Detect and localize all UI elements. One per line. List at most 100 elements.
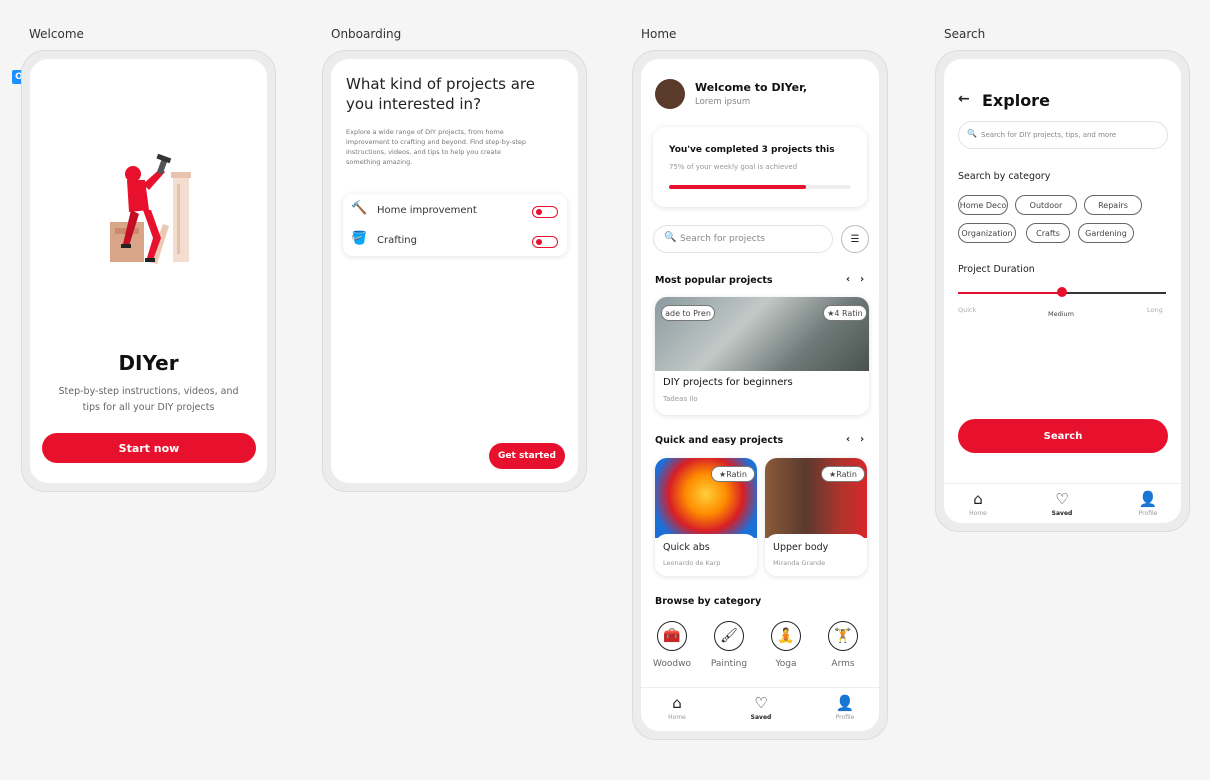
popular-heading: Most popular projects <box>655 275 773 286</box>
app-tagline-line1: Step-by-step instructions, videos, and <box>58 386 239 397</box>
welcome-phone: DIYer Step-by-step instructions, videos,… <box>21 50 276 492</box>
frame-label-onboarding: Onboarding <box>331 27 402 41</box>
onboarding-phone: What kind of projects are you interested… <box>322 50 587 492</box>
description-line: instructions, videos, and tips to help y… <box>346 148 502 156</box>
progress-title: You've completed 3 projects this <box>669 145 835 155</box>
search-phone: ← Explore 🔍 Search for DIY projects, tip… <box>935 50 1190 532</box>
category-label: Woodwo <box>653 659 691 669</box>
option-home-improvement[interactable]: 🔨 Home improvement <box>343 198 567 224</box>
description-line: something amazing. <box>346 158 413 166</box>
description-line: improvement to crafting and beyond. Find… <box>346 138 527 146</box>
nav-profile[interactable]: 👤 Profile <box>1128 490 1168 517</box>
category-chip[interactable]: Organization <box>958 223 1016 243</box>
quick-project-card[interactable]: ★ Ratin Quick abs Leonardo de Karp <box>655 458 757 576</box>
crafting-toggle[interactable] <box>532 236 558 248</box>
chevron-left-icon[interactable]: ‹ <box>846 274 850 285</box>
category-chip[interactable]: Gardening <box>1078 223 1134 243</box>
yoga-icon[interactable]: 🧘 <box>771 621 801 651</box>
chevron-right-icon[interactable]: › <box>860 434 864 445</box>
category-heading: Search by category <box>958 171 1051 182</box>
avatar[interactable] <box>655 79 685 109</box>
nav-saved-label: Saved <box>1051 510 1073 517</box>
nav-home[interactable]: ⌂ Home <box>657 694 697 721</box>
nav-home-label: Home <box>668 714 686 721</box>
chevron-left-icon[interactable]: ‹ <box>846 434 850 445</box>
rating-badge-label: Ratin <box>836 469 857 479</box>
category-chip[interactable]: Repairs <box>1084 195 1142 215</box>
heart-icon: ♡ <box>1055 490 1069 508</box>
start-now-button[interactable]: Start now <box>42 433 256 463</box>
star-icon: ★ <box>719 469 727 479</box>
nav-profile-label: Profile <box>1138 510 1158 517</box>
option-label: Crafting <box>377 235 417 246</box>
progress-sub: 75% of your weekly goal is achieved <box>669 163 798 171</box>
paintbrush-icon[interactable]: 🖌 <box>714 621 744 651</box>
quick-card-title: Quick abs <box>663 542 710 553</box>
frame-label-welcome: Welcome <box>29 27 84 41</box>
back-arrow-icon[interactable]: ← <box>958 91 970 107</box>
home-improvement-toggle[interactable] <box>532 206 558 218</box>
duration-min-label: Quick <box>958 306 977 314</box>
app-tagline-line2: tips for all your DIY projects <box>82 402 215 413</box>
category-label: Painting <box>710 659 748 669</box>
frame-label-search: Search <box>944 27 986 41</box>
onboarding-screen: What kind of projects are you interested… <box>331 59 578 483</box>
progress-card: You've completed 3 projects this 75% of … <box>653 127 867 207</box>
search-placeholder: Search for projects <box>680 234 765 244</box>
home-icon: ⌂ <box>973 490 983 508</box>
rating-badge: ★ 4 Ratin <box>823 305 867 321</box>
duration-heading: Project Duration <box>958 264 1035 275</box>
rating-badge-label: 4 Ratin <box>834 308 863 318</box>
filter-button[interactable]: ☰ <box>841 225 869 253</box>
rating-badge: ★ Ratin <box>711 466 755 482</box>
category-chip[interactable]: Crafts <box>1026 223 1070 243</box>
made-to-print-badge: ade to Pren <box>661 305 715 321</box>
quick-card-caption <box>765 534 867 576</box>
quick-card-title: Upper body <box>773 542 829 553</box>
paint-bucket-icon: 🪣 <box>351 231 368 246</box>
nav-profile[interactable]: 👤 Profile <box>825 694 865 721</box>
onboarding-question-line2: you interested in? <box>346 95 482 113</box>
heart-icon: ♡ <box>754 694 768 712</box>
search-button[interactable]: Search <box>958 419 1168 453</box>
nav-saved[interactable]: ♡ Saved <box>741 694 781 721</box>
category-chip[interactable]: Home Deco <box>958 195 1008 215</box>
duration-slider[interactable] <box>958 283 1166 303</box>
star-icon: ★ <box>829 469 837 479</box>
home-search-input[interactable]: 🔍 Search for projects <box>653 225 833 253</box>
category-label: Yoga <box>775 659 797 669</box>
search-bottom-nav: ⌂ Home ♡ Saved 👤 Profile <box>944 483 1181 523</box>
rating-badge-label: Ratin <box>726 469 747 479</box>
browse-heading: Browse by category <box>655 596 762 607</box>
nav-home-label: Home <box>969 510 987 517</box>
nav-saved[interactable]: ♡ Saved <box>1042 490 1082 517</box>
onboarding-description: Explore a wide range of DIY projects, fr… <box>346 127 568 167</box>
category-label: Arms <box>831 659 855 669</box>
get-started-button[interactable]: Get started <box>489 443 565 469</box>
home-user-sub: Lorem ipsum <box>695 97 751 107</box>
search-screen: ← Explore 🔍 Search for DIY projects, tip… <box>944 59 1181 523</box>
explore-search-placeholder: Search for DIY projects, tips, and more <box>981 131 1117 139</box>
chevron-right-icon[interactable]: › <box>860 274 864 285</box>
home-screen: Welcome to DIYer, Lorem ipsum You've com… <box>641 59 879 731</box>
duration-mid-label: Medium <box>1048 310 1074 318</box>
slider-thumb[interactable] <box>1057 287 1067 297</box>
explore-search-input[interactable]: 🔍 Search for DIY projects, tips, and mor… <box>958 121 1168 149</box>
toolbox-icon[interactable]: 🧰 <box>657 621 687 651</box>
welcome-screen: DIYer Step-by-step instructions, videos,… <box>30 59 267 483</box>
slider-fill <box>958 292 1062 294</box>
nav-home[interactable]: ⌂ Home <box>958 490 998 517</box>
nav-profile-label: Profile <box>835 714 855 721</box>
duration-max-label: Long <box>1147 306 1163 314</box>
option-crafting[interactable]: 🪣 Crafting <box>343 228 567 254</box>
description-line: Explore a wide range of DIY projects, fr… <box>346 128 504 136</box>
star-icon: ★ <box>827 308 835 318</box>
category-chip[interactable]: Outdoor <box>1015 195 1077 215</box>
featured-project-card[interactable]: ade to Pren ★ 4 Ratin DIY projects for be… <box>655 297 869 415</box>
dumbbell-icon[interactable]: 🏋 <box>828 621 858 651</box>
progress-track <box>669 185 851 189</box>
rating-badge: ★ Ratin <box>821 466 865 482</box>
quick-project-card[interactable]: ★ Ratin Upper body Miranda Grande <box>765 458 867 576</box>
featured-title: DIY projects for beginners <box>663 377 793 388</box>
home-phone: Welcome to DIYer, Lorem ipsum You've com… <box>632 50 888 740</box>
